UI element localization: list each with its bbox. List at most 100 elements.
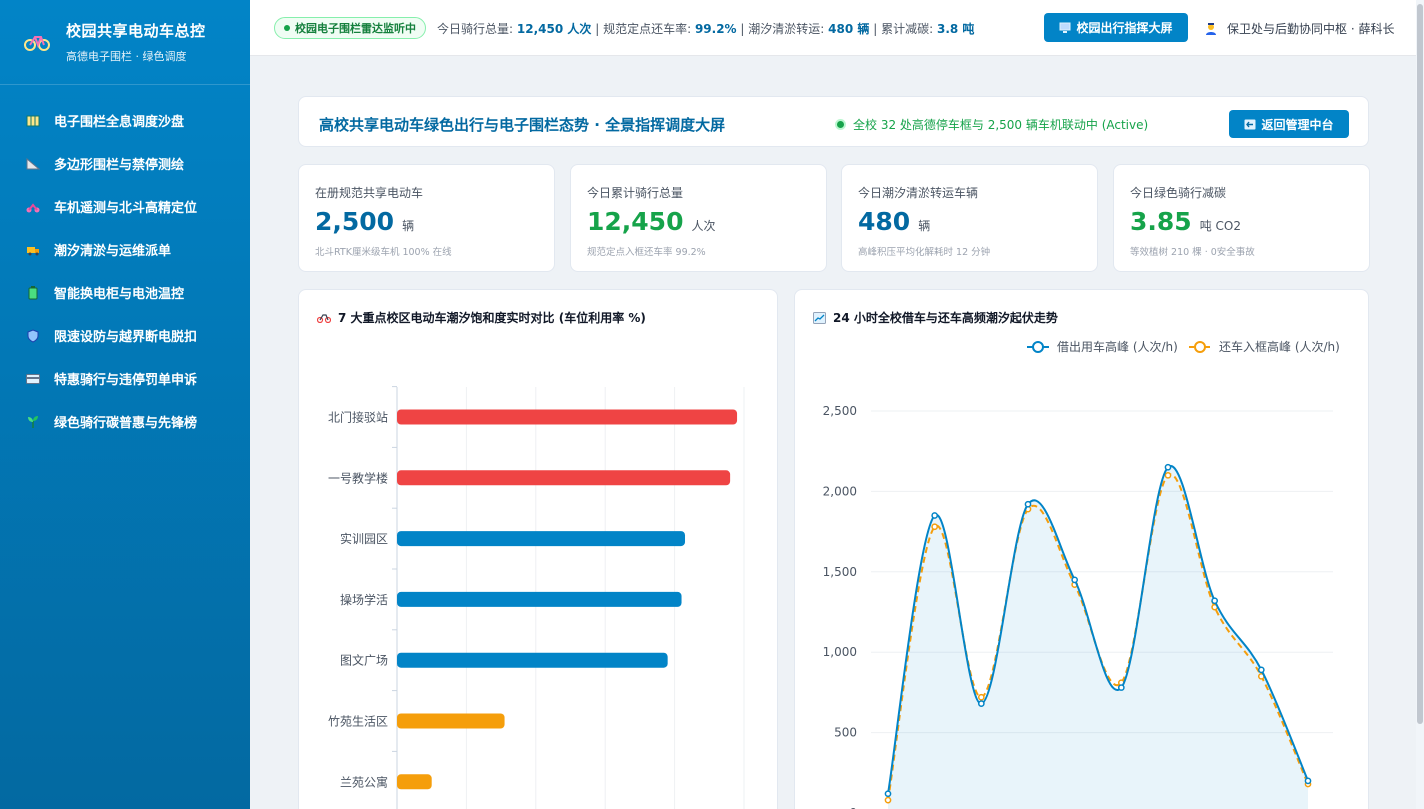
- kpi-value: 480: [858, 207, 911, 236]
- scrollbar-thumb[interactable]: [1417, 4, 1423, 724]
- back-to-admin-button[interactable]: 返回管理中台: [1229, 110, 1349, 138]
- card-icon: [26, 372, 40, 386]
- legend-label: 借出用车高峰 (人次/h): [1057, 339, 1178, 354]
- kpi-unit: 辆: [402, 219, 415, 233]
- saturation-bar-chart: 北门接驳站一号教学楼实训园区操场学活图文广场竹苑生活区兰苑公寓: [328, 386, 745, 809]
- bar-操场学活: [397, 591, 682, 607]
- bar-实训园区: [397, 531, 686, 547]
- sidebar-item-fines-appeal[interactable]: 特惠骑行与违停罚单申诉: [0, 357, 250, 400]
- kpi-unit: 吨 CO2: [1199, 219, 1241, 233]
- bar-一号教学楼: [397, 470, 731, 486]
- bar-图文广场: [397, 652, 668, 668]
- ticker-tidal-value: 480 辆: [828, 22, 870, 36]
- sidebar-item-tidal-dispatch[interactable]: 潮汐清淤与运维派单: [0, 228, 250, 271]
- sidebar-item-label: 电子围栏全息调度沙盘: [54, 115, 185, 130]
- brand-title: 校园共享电动车总控: [66, 22, 206, 40]
- data-point: [1164, 471, 1172, 479]
- data-point: [931, 512, 939, 519]
- sidebar-item-label: 智能换电柜与电池温控: [54, 287, 185, 302]
- sidebar-item-label: 多边形围栏与禁停测绘: [54, 158, 185, 173]
- legend-label: 还车入框高峰 (人次/h): [1219, 339, 1340, 354]
- back-arrow-icon: [1244, 119, 1256, 129]
- brand-subtitle: 高德电子围栏 · 绿色调度: [66, 50, 187, 63]
- category-label: 一号教学楼: [328, 470, 388, 485]
- linkage-status: 全校 32 处高德停车框与 2,500 辆车机联动中 (Active): [835, 116, 1148, 133]
- data-point: [1071, 576, 1079, 584]
- sidebar-item-label: 车机遥测与北斗高精定位: [54, 201, 198, 216]
- ticker-separator: |: [595, 22, 600, 36]
- map-icon: [26, 114, 40, 128]
- kpi-note: 北斗RTK厘米级车机 100% 在线: [315, 247, 452, 258]
- page-title: 高校共享电动车绿色出行与电子围栏态势 · 全景指挥调度大屏: [319, 116, 726, 134]
- kpi-card-fleet: 在册规范共享电动车 2,500 辆 北斗RTK厘米级车机 100% 在线: [298, 164, 555, 272]
- ruler-triangle-icon: [26, 157, 40, 171]
- sidebar-item-speed-limit[interactable]: 限速设防与越界断电脱扣: [0, 314, 250, 357]
- sidebar-item-label: 绿色骑行碳普惠与先锋榜: [54, 416, 198, 431]
- ticker-rides-label: 今日骑行总量:: [437, 22, 514, 36]
- ticker-carbon-value: 3.8 吨: [936, 22, 975, 36]
- ticker-separator: |: [873, 22, 878, 36]
- tidal-line-chart: 2,5002,0001,5001,0005000借出用车高峰 (人次/h)还车入…: [823, 339, 1340, 809]
- active-status-icon: [835, 119, 846, 130]
- command-screen-button[interactable]: 校园出行指挥大屏: [1044, 13, 1188, 42]
- user-profile[interactable]: 保卫处与后勤协同中枢 · 薛科长: [1204, 20, 1394, 37]
- live-dot-icon: [284, 25, 290, 31]
- legend-swatch-marker: [1032, 341, 1044, 353]
- data-point: [1164, 463, 1172, 471]
- kpi-note: 等效植树 210 棵 · 0安全事故: [1130, 247, 1255, 258]
- user-name: 保卫处与后勤协同中枢 · 薛科长: [1227, 22, 1395, 36]
- sidebar-item-fence-sandbox[interactable]: 电子围栏全息调度沙盘: [0, 99, 250, 142]
- linkage-status-text: 全校 32 处高德停车框与 2,500 辆车机联动中 (Active): [853, 118, 1149, 132]
- category-label: 实训园区: [340, 531, 388, 546]
- data-point: [884, 796, 892, 804]
- category-label: 图文广场: [340, 653, 388, 668]
- ticker-carbon-label: 累计减碳:: [881, 22, 934, 36]
- kpi-label: 今日潮汐清淤转运车辆: [858, 186, 979, 200]
- data-point: [931, 523, 939, 531]
- kpi-value: 3.85: [1130, 207, 1192, 236]
- data-point: [1257, 666, 1265, 674]
- kpi-unit: 人次: [691, 219, 716, 233]
- kpi-value: 2,500: [315, 207, 395, 236]
- data-point: [1024, 500, 1032, 508]
- sidebar-item-label: 潮汐清淤与运维派单: [54, 244, 172, 259]
- kpi-note: 规范定点入框还车率 99.2%: [587, 247, 706, 258]
- kpi-value: 12,450: [587, 207, 684, 236]
- bar-北门接驳站: [397, 409, 738, 425]
- data-point: [977, 693, 985, 701]
- sidebar-item-carbon-leaderboard[interactable]: 绿色骑行碳普惠与先锋榜: [0, 400, 250, 443]
- bicycle-icon: [24, 36, 50, 51]
- radar-badge-label: 校园电子围栏雷达监听中: [295, 22, 416, 35]
- category-label: 操场学活: [340, 592, 388, 607]
- sidebar: 校园共享电动车总控 高德电子围栏 · 绿色调度 电子围栏全息调度沙盘 多边形围栏…: [0, 0, 250, 809]
- monitor-icon: [1059, 22, 1071, 33]
- sprout-icon: [26, 415, 40, 429]
- y-tick-label: 1,500: [823, 565, 857, 579]
- y-tick-label: 1,000: [823, 645, 857, 659]
- ticker-return-value: 99.2%: [694, 22, 737, 36]
- kpi-card-rides: 今日累计骑行总量 12,450 人次 规范定点入框还车率 99.2%: [570, 164, 827, 272]
- saturation-chart-panel: 7 大重点校区电动车潮汐饱和度实时对比 (车位利用率 %) 北门接驳站 一号教学楼…: [298, 289, 778, 809]
- officer-avatar-icon: [1206, 22, 1216, 35]
- data-point: [1117, 684, 1125, 691]
- bar-竹苑生活区: [397, 713, 505, 729]
- sidebar-nav: 电子围栏全息调度沙盘 多边形围栏与禁停测绘 车机遥测与北斗高精定位 潮汐清淤与运…: [0, 85, 250, 443]
- kpi-card-tidal-transfer: 今日潮汐清淤转运车辆 480 辆 高峰积压平均化解耗时 12 分钟: [841, 164, 1098, 272]
- kpi-label: 在册规范共享电动车: [315, 186, 424, 200]
- sidebar-item-battery-cabinet[interactable]: 智能换电柜与电池温控: [0, 271, 250, 314]
- sidebar-item-telemetry[interactable]: 车机遥测与北斗高精定位: [0, 185, 250, 228]
- data-point: [884, 790, 892, 798]
- sidebar-item-polygon-fence[interactable]: 多边形围栏与禁停测绘: [0, 142, 250, 185]
- legend-swatch-marker: [1194, 341, 1206, 353]
- category-label: 竹苑生活区: [328, 715, 388, 729]
- data-point: [977, 700, 985, 708]
- shield-icon: [26, 328, 40, 343]
- kpi-label: 今日绿色骑行减碳: [1130, 186, 1227, 200]
- dashboard-banner: 高校共享电动车绿色出行与电子围栏态势 · 全景指挥调度大屏 全校 32 处高德停…: [298, 96, 1369, 147]
- radar-status-badge: 校园电子围栏雷达监听中: [274, 17, 426, 39]
- ticker-separator: |: [740, 22, 745, 36]
- truck-icon: [26, 243, 40, 257]
- ticker-tidal-label: 潮汐清淤转运:: [748, 22, 825, 36]
- command-screen-button-label: 校园出行指挥大屏: [1076, 21, 1173, 35]
- sidebar-item-label: 特惠骑行与违停罚单申诉: [54, 373, 198, 388]
